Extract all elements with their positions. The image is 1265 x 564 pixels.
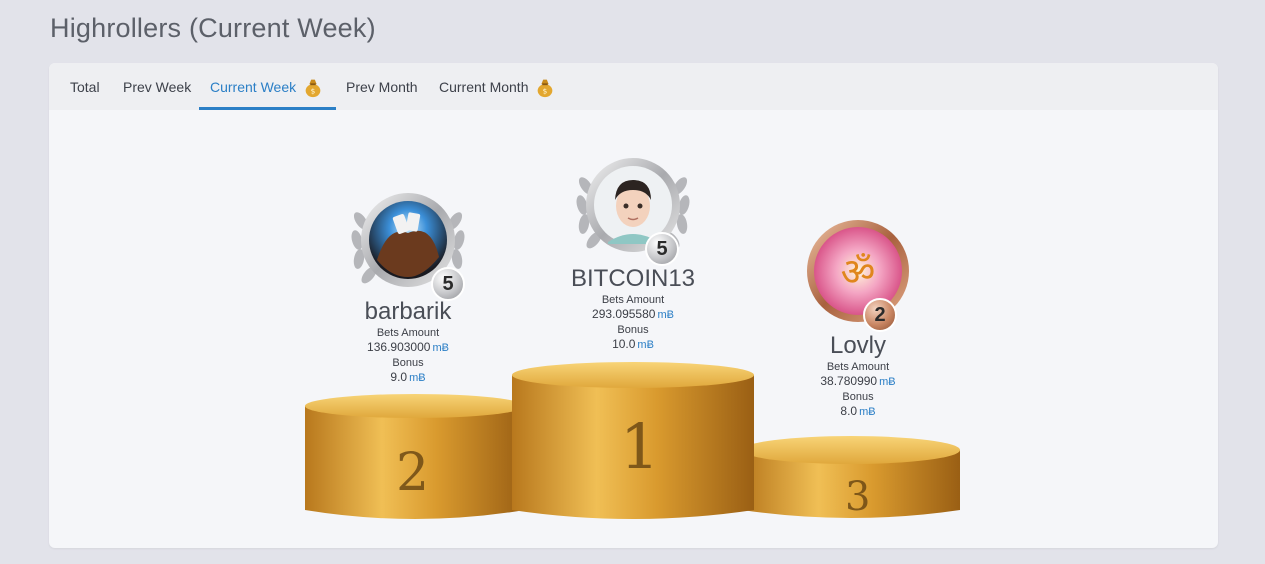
podium-area: 2 1 3 5 barbarik Bets Amount 136.903000 … [49, 110, 1218, 548]
level-badge: 5 [431, 267, 465, 301]
tab-prev-week[interactable]: Prev Week [112, 63, 202, 110]
player-third: ॐ 2 Lovly Bets Amount 38.780990 mɃ Bonus … [783, 219, 933, 419]
bets-amount-value: 136.903000 mɃ [367, 340, 449, 354]
player-name[interactable]: barbarik [333, 299, 483, 325]
avatar[interactable]: 5 [568, 150, 698, 266]
money-bag-icon: $ [305, 79, 321, 97]
svg-text:$: $ [543, 86, 548, 95]
player-name[interactable]: BITCOIN13 [558, 266, 708, 292]
podium-number-second: 2 [396, 443, 430, 503]
tab-current-month[interactable]: Current Month $ [428, 63, 567, 110]
bets-amount-value: 38.780990 mɃ [820, 374, 896, 388]
tab-label: Current Week [210, 78, 297, 95]
bets-amount-label: Bets Amount [601, 294, 665, 306]
bonus-value: 8.0 mɃ [840, 404, 876, 418]
tab-label: Current Month [439, 78, 529, 95]
tab-label: Prev Month [346, 78, 418, 95]
page-title: Highrollers (Current Week) [50, 13, 376, 43]
bonus-label: Bonus [842, 391, 874, 403]
millibitcoin-icon: mɃ [409, 372, 426, 384]
millibitcoin-icon: mɃ [859, 406, 876, 418]
tab-prev-month[interactable]: Prev Month [335, 63, 429, 110]
bonus-value: 9.0 mɃ [390, 370, 426, 384]
highrollers-card: Total Prev Week Current Week $ Prev Mont… [49, 63, 1218, 548]
podium-number-first: 1 [620, 410, 660, 483]
level-badge: 5 [645, 232, 679, 266]
avatar[interactable]: 5 [343, 185, 473, 301]
millibitcoin-icon: mɃ [432, 342, 449, 354]
tab-label: Total [70, 78, 100, 95]
podium-number-third: 3 [845, 474, 871, 520]
player-second: 5 barbarik Bets Amount 136.903000 mɃ Bonu… [333, 185, 483, 385]
millibitcoin-icon: mɃ [879, 376, 896, 388]
millibitcoin-icon: mɃ [637, 339, 654, 351]
player-first: 5 BITCOIN13 Bets Amount 293.095580 mɃ Bon… [558, 150, 708, 352]
svg-text:ॐ: ॐ [841, 250, 876, 294]
bonus-label: Bonus [392, 357, 424, 369]
tab-label: Prev Week [123, 78, 192, 95]
avatar[interactable]: ॐ 2 [803, 219, 913, 332]
money-bag-icon: $ [538, 79, 553, 97]
bets-amount-value: 293.095580 mɃ [592, 307, 674, 321]
tab-bar: Total Prev Week Current Week $ Prev Mont… [49, 63, 1218, 110]
svg-text:$: $ [311, 86, 316, 95]
millibitcoin-icon: mɃ [657, 309, 674, 321]
level-badge: 2 [863, 298, 897, 332]
player-name[interactable]: Lovly [783, 333, 933, 359]
bonus-label: Bonus [617, 324, 649, 336]
bets-amount-label: Bets Amount [826, 361, 890, 373]
bonus-value: 10.0 mɃ [612, 337, 654, 351]
tab-current-week[interactable]: Current Week $ [199, 63, 336, 110]
bets-amount-label: Bets Amount [376, 327, 440, 339]
tab-total[interactable]: Total [59, 63, 111, 110]
